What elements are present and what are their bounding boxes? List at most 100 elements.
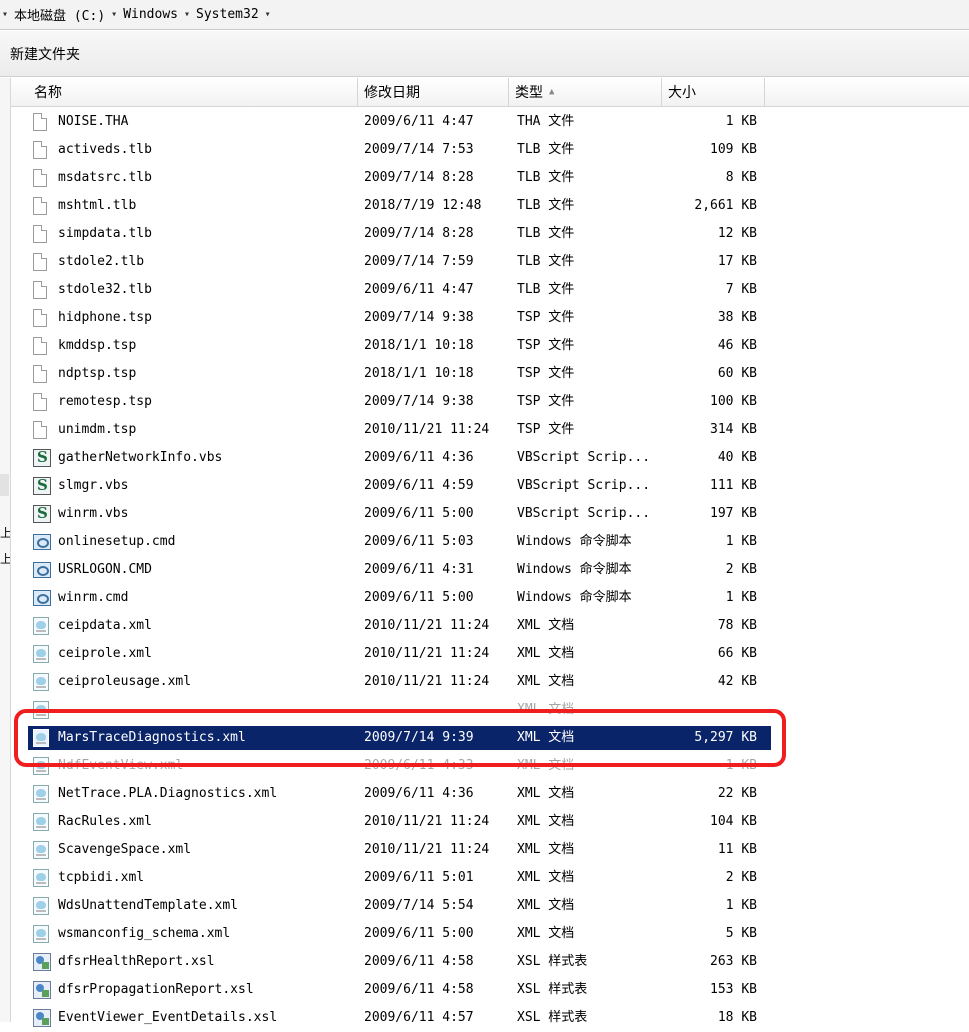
navigation-pane-item[interactable]: 上 [0, 524, 10, 541]
file-row[interactable]: WdsUnattendTemplate.xml 2009/7/14 5:54 XML… [11, 892, 771, 920]
file-type: TSP 文件 [517, 366, 575, 381]
file-row[interactable]: kmddsp.tsp 2018/1/1 10:18 TSP 文件 46 KB [11, 332, 771, 360]
file-size: 38 KB [717, 310, 757, 325]
file-row[interactable]: stdole32.tlb 2009/6/11 4:47 TLB 文件 7 KB [11, 276, 771, 304]
file-row[interactable]: winrm.vbs 2009/6/11 5:00 VBScript Scrip...… [11, 500, 771, 528]
file-row[interactable]: ceiproleusage.xml 2010/11/21 11:24 XML 文档 4… [11, 668, 771, 696]
file-row[interactable]: ceipdata.xml 2010/11/21 11:24 XML 文档 78 KB [11, 612, 771, 640]
file-icon [33, 225, 47, 243]
file-modified-date: 2010/11/21 11:24 [364, 842, 490, 857]
file-row[interactable]: activeds.tlb 2009/7/14 7:53 TLB 文件 109 KB [11, 136, 771, 164]
file-name: ceiprole.xml [58, 646, 152, 661]
file-modified-date: 2010/11/21 11:24 [364, 646, 490, 661]
file-name: dfsrPropagationReport.xsl [58, 982, 254, 997]
navigation-pane-selected-item[interactable] [0, 474, 9, 496]
file-icon [33, 393, 47, 411]
column-header-label: 大小 [668, 85, 696, 101]
file-modified-date: 2009/7/14 5:54 [364, 898, 474, 913]
file-row[interactable]: unimdm.tsp 2010/11/21 11:24 TSP 文件 314 KB [11, 416, 771, 444]
chevron-down-icon[interactable]: ▾ [111, 9, 117, 20]
file-row[interactable]: gatherNetworkInfo.vbs 2009/6/11 4:36 VBScr… [11, 444, 771, 472]
file-size: 153 KB [710, 982, 757, 997]
file-size: 66 KB [717, 646, 757, 661]
file-size: 78 KB [717, 618, 757, 633]
file-name: slmgr.vbs [58, 478, 129, 493]
file-type: TLB 文件 [517, 170, 575, 185]
file-modified-date: 2009/7/14 8:28 [364, 226, 474, 241]
breadcrumb-windows[interactable]: Windows [123, 7, 178, 22]
file-row[interactable]: dfsrPropagationReport.xsl 2009/6/11 4:58 X… [11, 976, 771, 1004]
new-folder-button[interactable]: 新建文件夹 [8, 40, 82, 68]
file-name: gatherNetworkInfo.vbs [58, 450, 223, 465]
breadcrumb-system32[interactable]: System32 [196, 7, 259, 22]
address-bar[interactable]: ▾ 本地磁盘 (C:) ▾ Windows ▾ System32 ▾ [0, 0, 969, 30]
file-size: 12 KB [717, 226, 757, 241]
file-type: XML 文档 [517, 842, 575, 857]
file-row[interactable]: wsmanconfig_schema.xml 2009/6/11 5:00 XML … [11, 920, 771, 948]
file-type: TLB 文件 [517, 142, 575, 157]
file-name: mshtml.tlb [58, 198, 137, 213]
file-row[interactable]: MarsTraceDiagnostics.xml 2009/7/14 9:39 XM… [11, 724, 771, 752]
file-row[interactable]: NetTrace.PLA.Diagnostics.xml 2009/6/11 4:… [11, 780, 771, 808]
xml-document-icon [33, 617, 49, 635]
file-type: XML 文档 [517, 674, 575, 689]
column-header-name[interactable]: 名称 [28, 78, 358, 106]
file-type: VBScript Scrip... [517, 506, 651, 521]
file-type: THA 文件 [517, 114, 575, 129]
file-row[interactable]: remotesp.tsp 2009/7/14 9:38 TSP 文件 100 KB [11, 388, 771, 416]
vbscript-icon [33, 448, 51, 467]
file-row[interactable]: XML 文档 [11, 696, 771, 724]
file-type: VBScript Scrip... [517, 478, 651, 493]
xml-document-icon [33, 673, 49, 691]
file-size: 1 KB [725, 898, 757, 913]
file-row[interactable]: NOISE.THA 2009/6/11 4:47 THA 文件 1 KB [11, 108, 771, 136]
xml-document-icon [33, 645, 49, 663]
file-row[interactable]: ScavengeSpace.xml 2010/11/21 11:24 XML 文档 1… [11, 836, 771, 864]
file-name: RacRules.xml [58, 814, 152, 829]
file-type: TLB 文件 [517, 282, 575, 297]
file-row[interactable]: slmgr.vbs 2009/6/11 4:59 VBScript Scrip...… [11, 472, 771, 500]
chevron-down-icon[interactable]: ▾ [265, 9, 271, 20]
column-header-type[interactable]: 类型 ▲ [509, 78, 662, 106]
column-header-label: 名称 [34, 85, 62, 101]
file-row[interactable]: EventViewer_EventDetails.xsl 2009/6/11 4:… [11, 1004, 771, 1032]
chevron-down-icon[interactable]: ▾ [184, 9, 190, 20]
file-row[interactable]: mshtml.tlb 2018/7/19 12:48 TLB 文件 2,661 KB [11, 192, 771, 220]
column-header-date[interactable]: 修改日期 [358, 78, 509, 106]
file-size: 104 KB [710, 814, 757, 829]
breadcrumb-drive[interactable]: 本地磁盘 (C:) [14, 5, 105, 24]
file-row[interactable]: stdole2.tlb 2009/7/14 7:59 TLB 文件 17 KB [11, 248, 771, 276]
file-name: WdsUnattendTemplate.xml [58, 898, 239, 913]
xml-document-icon [33, 897, 49, 915]
file-row[interactable]: dfsrHealthReport.xsl 2009/6/11 4:58 XSL 样式… [11, 948, 771, 976]
file-row[interactable]: msdatsrc.tlb 2009/7/14 8:28 TLB 文件 8 KB [11, 164, 771, 192]
xml-document-icon [33, 813, 49, 831]
file-row[interactable]: RacRules.xml 2010/11/21 11:24 XML 文档 104 KB [11, 808, 771, 836]
file-modified-date: 2009/6/11 4:47 [364, 282, 474, 297]
file-row[interactable]: onlinesetup.cmd 2009/6/11 5:03 Windows 命令脚… [11, 528, 771, 556]
file-name: NOISE.THA [58, 114, 129, 129]
navigation-pane-item[interactable]: 上 [0, 550, 10, 567]
file-type: TLB 文件 [517, 198, 575, 213]
file-row[interactable]: tcpbidi.xml 2009/6/11 5:01 XML 文档 2 KB [11, 864, 771, 892]
file-row[interactable]: winrm.cmd 2009/6/11 5:00 Windows 命令脚本 1 KB [11, 584, 771, 612]
file-name: stdole2.tlb [58, 254, 145, 269]
file-name: hidphone.tsp [58, 310, 152, 325]
file-size: 42 KB [717, 674, 757, 689]
file-modified-date: 2009/7/14 8:28 [364, 170, 474, 185]
file-modified-date [364, 696, 514, 724]
column-header-size[interactable]: 大小 [662, 78, 765, 106]
chevron-down-icon[interactable]: ▾ [2, 9, 8, 20]
file-row[interactable]: NdfEventView.xml 2009/6/11 4:33 XML 文档 1 KB [11, 752, 771, 780]
file-row[interactable]: USRLOGON.CMD 2009/6/11 4:31 Windows 命令脚本 2 … [11, 556, 771, 584]
file-modified-date: 2009/6/11 4:36 [364, 450, 474, 465]
file-row[interactable]: simpdata.tlb 2009/7/14 8:28 TLB 文件 12 KB [11, 220, 771, 248]
file-row[interactable]: ceiprole.xml 2010/11/21 11:24 XML 文档 66 KB [11, 640, 771, 668]
file-row[interactable]: ndptsp.tsp 2018/1/1 10:18 TSP 文件 60 KB [11, 360, 771, 388]
file-row[interactable]: hidphone.tsp 2009/7/14 9:38 TSP 文件 38 KB [11, 304, 771, 332]
file-type: Windows 命令脚本 [517, 590, 632, 605]
navigation-pane[interactable]: 上 上 [0, 78, 11, 1022]
file-modified-date: 2009/6/11 5:00 [364, 926, 474, 941]
file-icon [33, 197, 47, 215]
file-size: 2 KB [725, 562, 757, 577]
